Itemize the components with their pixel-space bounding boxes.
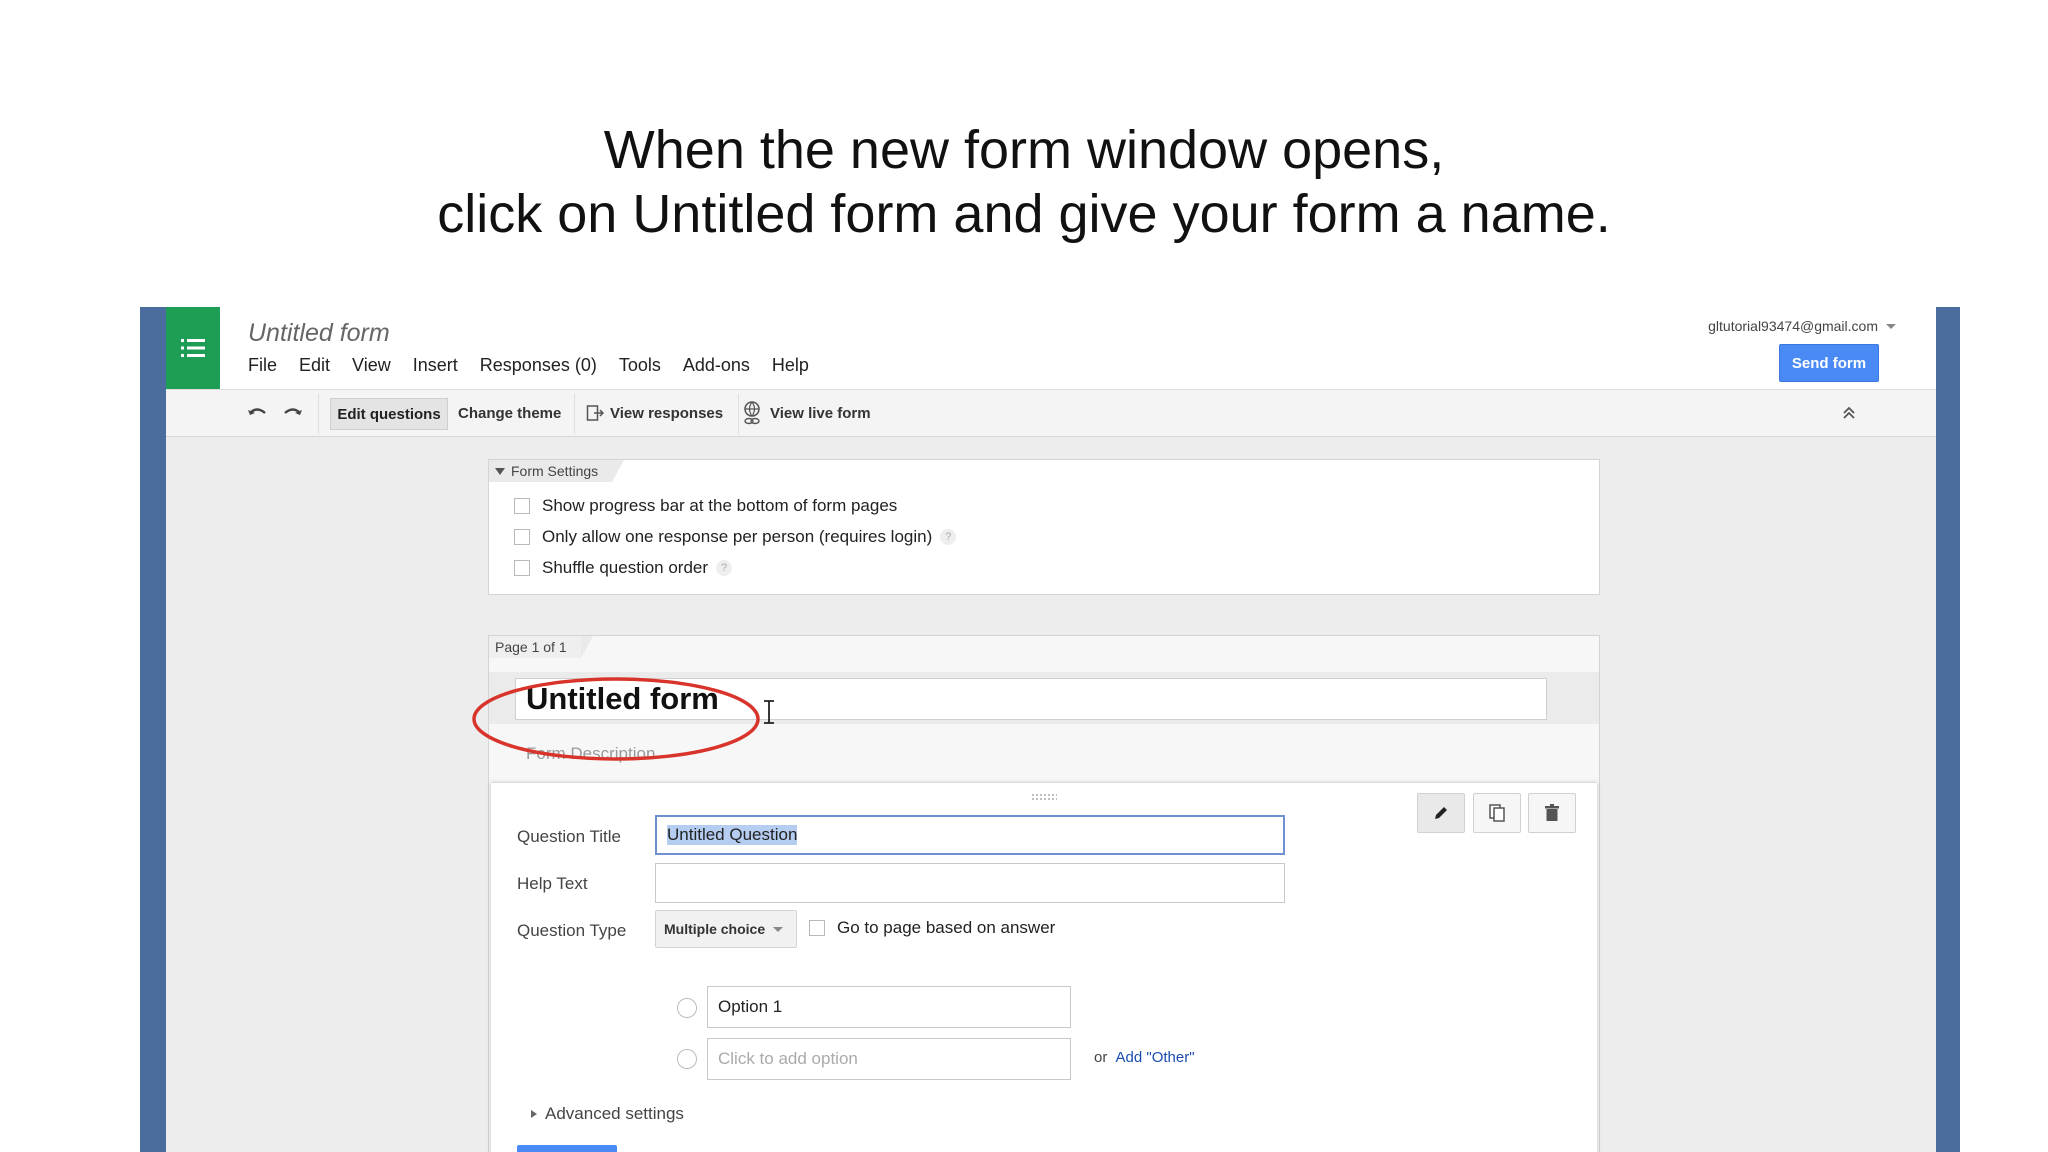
view-responses-label: View responses — [610, 404, 724, 422]
option-1-radio[interactable] — [677, 998, 697, 1018]
toolbar-divider — [738, 394, 739, 434]
add-other-row: or Add "Other" — [1094, 1049, 1195, 1066]
send-form-button[interactable]: Send form — [1779, 344, 1879, 382]
toolbar-divider — [318, 394, 319, 434]
duplicate-icon[interactable] — [1473, 793, 1521, 833]
question-title-label: Question Title — [517, 827, 621, 846]
progress-bar-checkbox[interactable] — [514, 498, 530, 514]
trash-icon[interactable] — [1528, 793, 1576, 833]
undo-icon[interactable] — [246, 390, 268, 436]
question-type-label: Question Type — [517, 921, 627, 940]
help-text-input[interactable] — [655, 863, 1285, 903]
caption-line-1: When the new form window opens, — [603, 120, 1445, 180]
go-to-page-checkbox[interactable] — [809, 920, 825, 936]
redo-icon[interactable] — [282, 390, 304, 436]
caption-line-2: click on Untitled form and give your for… — [437, 184, 1611, 244]
advanced-settings-label: Advanced settings — [545, 1104, 684, 1123]
question-title-input[interactable]: Untitled Question — [655, 815, 1285, 855]
editor-toolbar: Edit questions Change theme View respons… — [166, 389, 1936, 437]
chevron-down-icon — [773, 926, 784, 932]
help-question-icon[interactable]: ? — [716, 560, 733, 576]
account-email: gltutorial93474@gmail.com — [1708, 318, 1878, 334]
collapse-header-icon[interactable] — [1842, 390, 1856, 436]
form-settings-toggle[interactable]: Form Settings — [489, 460, 625, 482]
menu-help[interactable]: Help — [772, 355, 809, 376]
instruction-caption: When the new form window opens, click on… — [0, 118, 2048, 246]
menu-edit[interactable]: Edit — [299, 355, 330, 376]
chevron-down-icon — [1886, 323, 1896, 329]
shuffle-option-label: Shuffle question order — [542, 558, 709, 577]
document-title[interactable]: Untitled form — [248, 319, 390, 348]
menu-tools[interactable]: Tools — [619, 355, 661, 376]
app-header: Untitled form File Edit View Insert Resp… — [166, 307, 1936, 389]
one-response-option: Only allow one response per person (requ… — [514, 527, 957, 547]
add-other-link[interactable]: Add "Other" — [1116, 1049, 1195, 1066]
view-responses-button[interactable]: View responses — [586, 390, 723, 436]
page-indicator: Page 1 of 1 — [489, 636, 593, 658]
menu-addons[interactable]: Add-ons — [683, 355, 750, 376]
option-1-input[interactable]: Option 1 — [707, 986, 1071, 1028]
one-response-checkbox[interactable] — [514, 529, 530, 545]
question-title-value: Untitled Question — [667, 825, 798, 845]
question-type-value: Multiple choice — [664, 921, 766, 937]
form-settings-label: Form Settings — [511, 463, 599, 479]
add-option-input[interactable]: Click to add option — [707, 1038, 1071, 1080]
edit-pencil-icon[interactable] — [1417, 793, 1465, 833]
text-cursor-icon — [764, 700, 774, 724]
done-button[interactable] — [517, 1145, 617, 1152]
go-to-page-label: Go to page based on answer — [837, 918, 1056, 937]
expand-triangle-icon — [531, 1110, 537, 1118]
forms-app-window: Untitled form File Edit View Insert Resp… — [166, 307, 1936, 1152]
question-card: Question Title Untitled Question Help Te… — [491, 782, 1597, 1152]
highlight-ellipse — [472, 677, 760, 761]
menu-file[interactable]: File — [248, 355, 277, 376]
or-text: or — [1094, 1049, 1108, 1066]
menu-view[interactable]: View — [352, 355, 391, 376]
help-question-icon[interactable]: ? — [940, 529, 957, 545]
toolbar-divider — [574, 394, 575, 434]
progress-bar-option: Show progress bar at the bottom of form … — [514, 496, 897, 516]
go-to-page-option: Go to page based on answer — [809, 918, 1055, 938]
menu-insert[interactable]: Insert — [413, 355, 458, 376]
advanced-settings-toggle[interactable]: Advanced settings — [531, 1104, 684, 1124]
view-live-form-button[interactable]: View live form — [742, 390, 871, 436]
edit-questions-button[interactable]: Edit questions — [330, 398, 448, 430]
view-live-form-label: View live form — [770, 404, 871, 422]
add-option-radio — [677, 1049, 697, 1069]
shuffle-option: Shuffle question order ? — [514, 558, 733, 578]
menu-bar: File Edit View Insert Responses (0) Tool… — [248, 355, 831, 376]
form-settings-panel: Form Settings Show progress bar at the b… — [488, 459, 1600, 595]
drag-handle-icon[interactable] — [1031, 793, 1057, 801]
account-switcher[interactable]: gltutorial93474@gmail.com — [1708, 318, 1896, 334]
forms-logo-icon[interactable] — [166, 307, 220, 389]
change-theme-button[interactable]: Change theme — [458, 390, 561, 436]
globe-link-icon — [744, 401, 760, 425]
view-responses-icon — [586, 405, 604, 421]
one-response-option-label: Only allow one response per person (requ… — [542, 527, 933, 546]
shuffle-checkbox[interactable] — [514, 560, 530, 576]
collapse-triangle-icon — [495, 467, 505, 475]
menu-responses[interactable]: Responses (0) — [480, 355, 597, 376]
page-indicator-label: Page 1 of 1 — [495, 639, 567, 655]
screenshot-frame: Untitled form File Edit View Insert Resp… — [140, 307, 1960, 1152]
progress-bar-option-label: Show progress bar at the bottom of form … — [542, 496, 898, 515]
question-type-select[interactable]: Multiple choice — [655, 910, 797, 948]
help-text-label: Help Text — [517, 874, 588, 893]
